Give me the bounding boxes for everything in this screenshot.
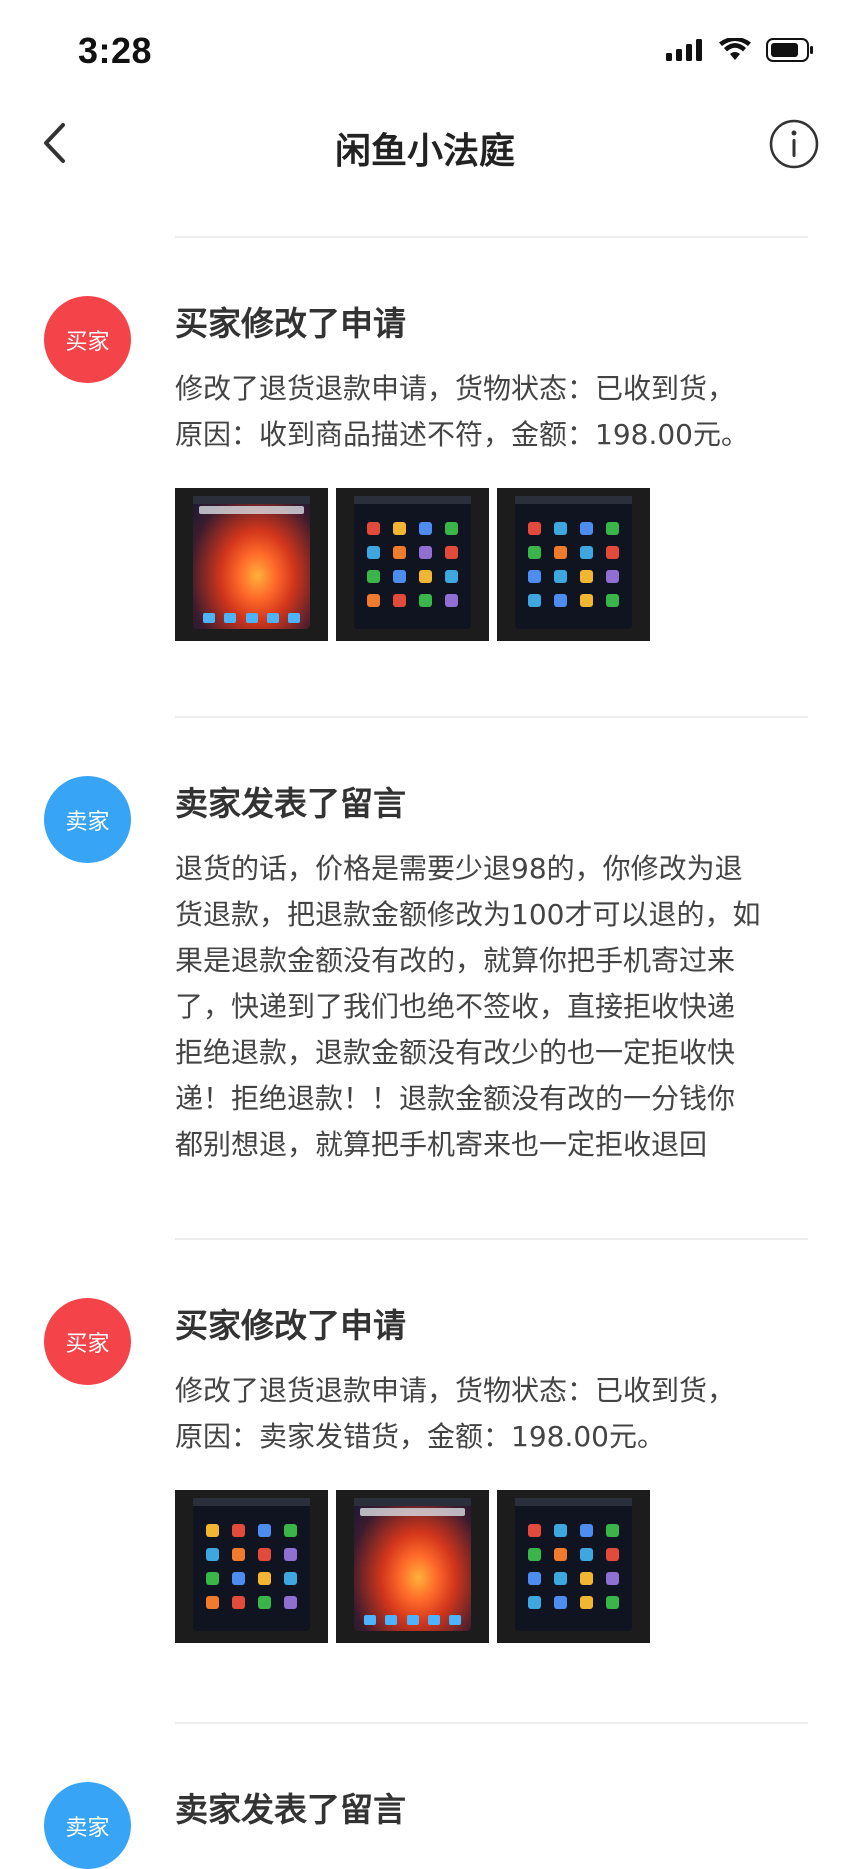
cellular-signal-icon (666, 39, 704, 65)
timeline-entry: 买家 买家修改了申请 修改了退货退款申请，货物状态：已收到货， 原因：收到商品描… (0, 238, 850, 654)
entry-body: 修改了退货退款申请，货物状态：已收到货， 原因：卖家发错货，金额：198.00元… (175, 1374, 736, 1453)
buyer-avatar: 买家 (44, 1298, 131, 1385)
entry-title: 卖家发表了留言 (175, 1790, 406, 1829)
timeline: 买家 买家修改了申请 修改了退货退款申请，货物状态：已收到货， 原因：收到商品描… (0, 236, 850, 1869)
wifi-icon (718, 36, 752, 66)
evidence-image[interactable] (175, 488, 328, 641)
entry-title: 买家修改了申请 (175, 304, 406, 343)
battery-icon (766, 38, 814, 66)
timeline-entry: 卖家 卖家发表了留言 退货的话，价格是需要少退98的，你修改为退 货退款，把退款… (0, 718, 850, 1178)
evidence-image[interactable] (497, 488, 650, 641)
page-title: 闲鱼小法庭 (334, 131, 515, 172)
timeline-entry: 卖家 卖家发表了留言 (0, 1724, 850, 1869)
evidence-image[interactable] (175, 1490, 328, 1643)
evidence-image[interactable] (497, 1490, 650, 1643)
entry-body: 退货的话，价格是需要少退98的，你修改为退 货退款，把退款金额修改为100才可以… (175, 852, 761, 1161)
nav-bar: 闲鱼小法庭 (0, 100, 850, 200)
info-circle-icon (768, 118, 820, 174)
entry-title: 买家修改了申请 (175, 1306, 406, 1345)
status-bar: 3:28 (0, 0, 850, 100)
status-icons (666, 36, 814, 66)
timeline-entry: 买家 买家修改了申请 修改了退货退款申请，货物状态：已收到货， 原因：卖家发错货… (0, 1240, 850, 1656)
image-gallery (175, 488, 808, 641)
buyer-avatar: 买家 (44, 296, 131, 383)
info-button[interactable] (768, 118, 820, 174)
entry-title: 卖家发表了留言 (175, 784, 406, 823)
seller-avatar: 卖家 (44, 776, 131, 863)
evidence-image[interactable] (336, 1490, 489, 1643)
evidence-image[interactable] (336, 488, 489, 641)
status-time: 3:28 (78, 30, 153, 71)
image-gallery (175, 1490, 808, 1643)
entry-body: 修改了退货退款申请，货物状态：已收到货， 原因：收到商品描述不符，金额：198.… (175, 372, 749, 451)
seller-avatar: 卖家 (44, 1782, 131, 1869)
